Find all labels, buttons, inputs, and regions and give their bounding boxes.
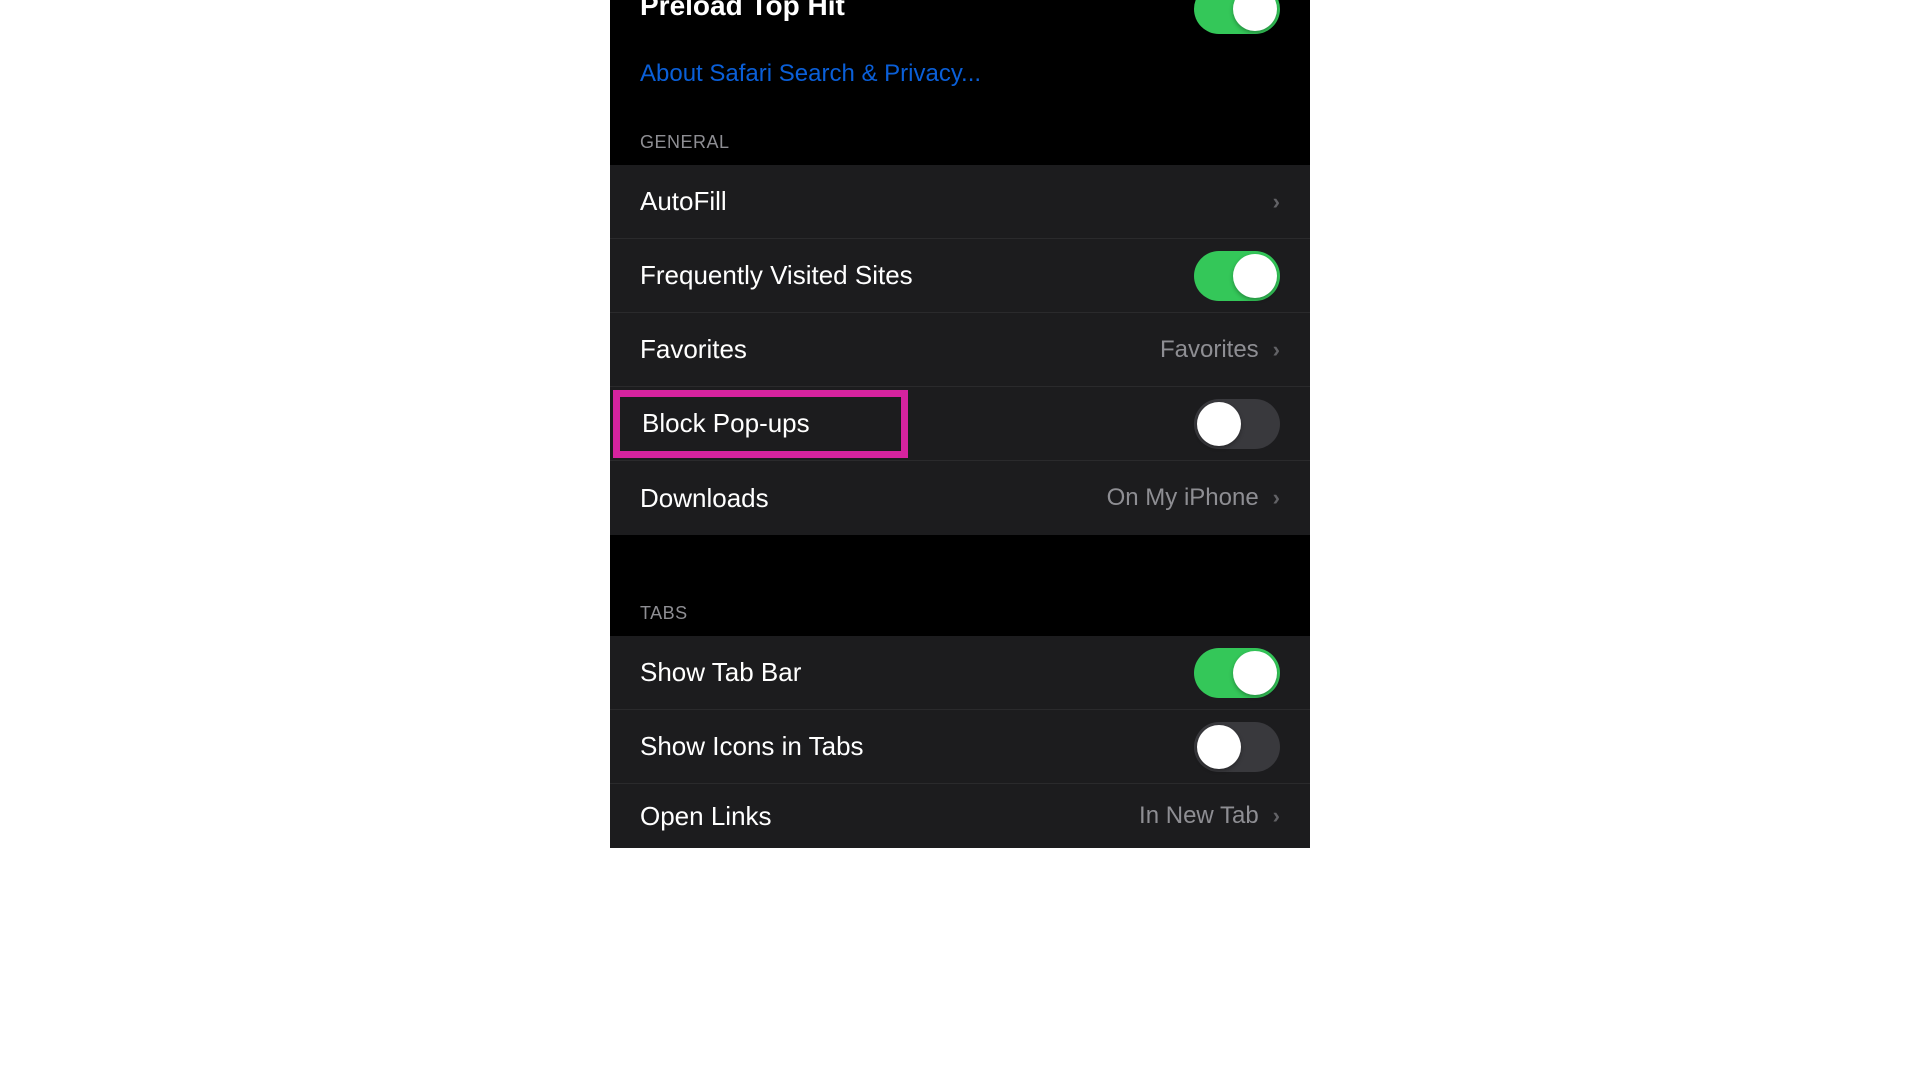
- about-safari-link[interactable]: About Safari Search & Privacy...: [640, 60, 981, 88]
- about-safari-link-row[interactable]: About Safari Search & Privacy...: [610, 44, 1310, 104]
- show-tab-bar-label: Show Tab Bar: [640, 657, 801, 688]
- preload-top-hit-toggle[interactable]: [1194, 0, 1280, 34]
- general-title: GENERAL: [640, 132, 730, 152]
- open-links-label: Open Links: [640, 801, 772, 832]
- show-tab-bar-row[interactable]: Show Tab Bar: [610, 636, 1310, 710]
- toggle-knob: [1233, 651, 1277, 695]
- downloads-row[interactable]: Downloads On My iPhone ›: [610, 461, 1310, 535]
- frequently-visited-label: Frequently Visited Sites: [640, 260, 913, 291]
- open-links-row[interactable]: Open Links In New Tab ›: [610, 784, 1310, 848]
- autofill-row[interactable]: AutoFill ›: [610, 165, 1310, 239]
- downloads-value: On My iPhone: [1107, 484, 1259, 512]
- show-icons-label: Show Icons in Tabs: [640, 731, 864, 762]
- settings-panel: Preload Top Hit About Safari Search & Pr…: [610, 0, 1310, 848]
- section-header-general: GENERAL: [610, 104, 1310, 165]
- preload-top-hit-row[interactable]: Preload Top Hit: [610, 0, 1310, 44]
- downloads-label: Downloads: [640, 483, 769, 514]
- block-popups-row[interactable]: Block Pop-ups: [610, 387, 1310, 461]
- show-icons-row[interactable]: Show Icons in Tabs: [610, 710, 1310, 784]
- section-spacer: [610, 535, 1310, 585]
- chevron-right-icon: ›: [1269, 485, 1280, 511]
- chevron-right-icon: ›: [1269, 189, 1280, 215]
- autofill-label: AutoFill: [640, 186, 727, 217]
- preload-top-hit-label: Preload Top Hit: [640, 0, 845, 22]
- show-tab-bar-toggle[interactable]: [1194, 648, 1280, 698]
- chevron-right-icon: ›: [1269, 803, 1280, 829]
- open-links-value: In New Tab: [1139, 802, 1259, 830]
- favorites-value: Favorites: [1160, 336, 1259, 364]
- tabs-title: TABS: [640, 603, 688, 623]
- block-popups-toggle[interactable]: [1194, 399, 1280, 449]
- toggle-knob: [1197, 402, 1241, 446]
- toggle-knob: [1197, 725, 1241, 769]
- show-icons-toggle[interactable]: [1194, 722, 1280, 772]
- section-header-tabs: TABS: [610, 585, 1310, 636]
- toggle-knob: [1233, 0, 1277, 31]
- block-popups-label: Block Pop-ups: [640, 408, 810, 439]
- favorites-row[interactable]: Favorites Favorites ›: [610, 313, 1310, 387]
- toggle-knob: [1233, 254, 1277, 298]
- frequently-visited-row[interactable]: Frequently Visited Sites: [610, 239, 1310, 313]
- frequently-visited-toggle[interactable]: [1194, 251, 1280, 301]
- chevron-right-icon: ›: [1269, 337, 1280, 363]
- favorites-label: Favorites: [640, 334, 747, 365]
